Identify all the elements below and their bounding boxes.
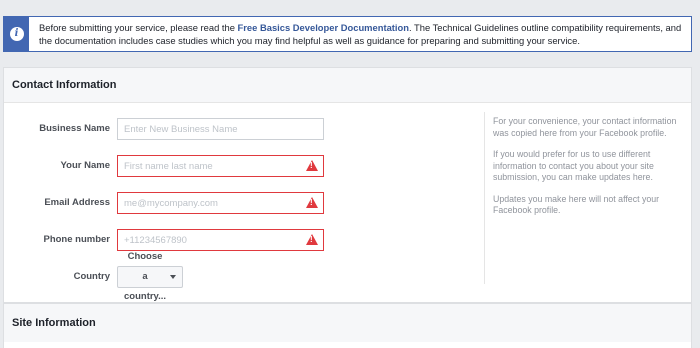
business-name-label: Business Name xyxy=(39,123,110,134)
phone-warning-icon xyxy=(306,234,318,245)
country-label: Country xyxy=(73,271,110,282)
notice-text: Before submitting your service, please r… xyxy=(29,17,691,51)
caret-down-icon xyxy=(170,275,177,279)
email-label: Email Address xyxy=(44,197,110,208)
contact-information-panel: Contact Information Business Name Your N… xyxy=(3,67,692,303)
your-name-input[interactable] xyxy=(117,155,324,177)
site-information-title: Site Information xyxy=(4,304,691,342)
notice-icon-column: i xyxy=(4,17,29,51)
phone-label: Phone number xyxy=(43,234,110,245)
country-select[interactable]: Choose a country... xyxy=(117,251,184,302)
contact-side-note: For your convenience, your contact infor… xyxy=(484,112,684,284)
side-note-paragraph: For your convenience, your contact infor… xyxy=(493,116,677,138)
site-information-panel: Site Information xyxy=(3,303,692,348)
your-name-warning-icon xyxy=(306,160,318,171)
side-note-paragraph: Updates you make here will not affect yo… xyxy=(493,193,660,216)
side-note-paragraph: If you would prefer for us to use differ… xyxy=(493,149,654,182)
developer-documentation-link[interactable]: Free Basics Developer Documentation xyxy=(238,22,409,33)
business-name-input[interactable] xyxy=(117,118,324,140)
notice-text-before: Before submitting your service, please r… xyxy=(39,22,238,33)
your-name-label: Your Name xyxy=(60,160,110,171)
info-icon: i xyxy=(9,27,24,41)
documentation-notice: i Before submitting your service, please… xyxy=(3,16,692,52)
country-selected-value: Choose a country... xyxy=(124,251,167,302)
email-warning-icon xyxy=(306,197,318,208)
email-input[interactable] xyxy=(117,192,324,214)
contact-information-title: Contact Information xyxy=(4,68,691,103)
